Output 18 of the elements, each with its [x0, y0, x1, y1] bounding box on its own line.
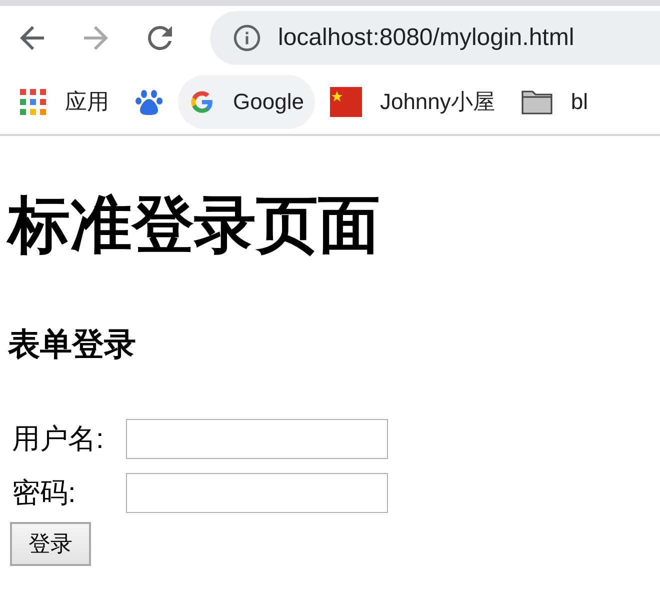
- section-heading: 表单登录: [8, 325, 137, 364]
- info-icon[interactable]: [232, 23, 262, 53]
- paw-icon: [135, 88, 163, 116]
- flag-icon: [330, 87, 362, 117]
- bookmark[interactable]: bl: [510, 75, 600, 129]
- bookmark[interactable]: 应用: [8, 75, 120, 129]
- field-label: 用户名:: [12, 422, 105, 456]
- field-label: 密码:: [12, 476, 77, 510]
- login-button[interactable]: 登录: [10, 522, 91, 566]
- page-heading: 标准登录页面: [8, 190, 381, 262]
- google-g-icon: [189, 89, 215, 115]
- apps-grid-icon: [19, 88, 47, 116]
- folder-icon: [520, 88, 553, 116]
- input-field[interactable]: [126, 419, 388, 459]
- input-field[interactable]: [126, 473, 388, 513]
- bookmark[interactable]: Google: [178, 75, 315, 129]
- bookmark[interactable]: Johnny小屋: [318, 75, 506, 129]
- address-bar[interactable]: localhost:8080/mylogin.html: [210, 11, 660, 65]
